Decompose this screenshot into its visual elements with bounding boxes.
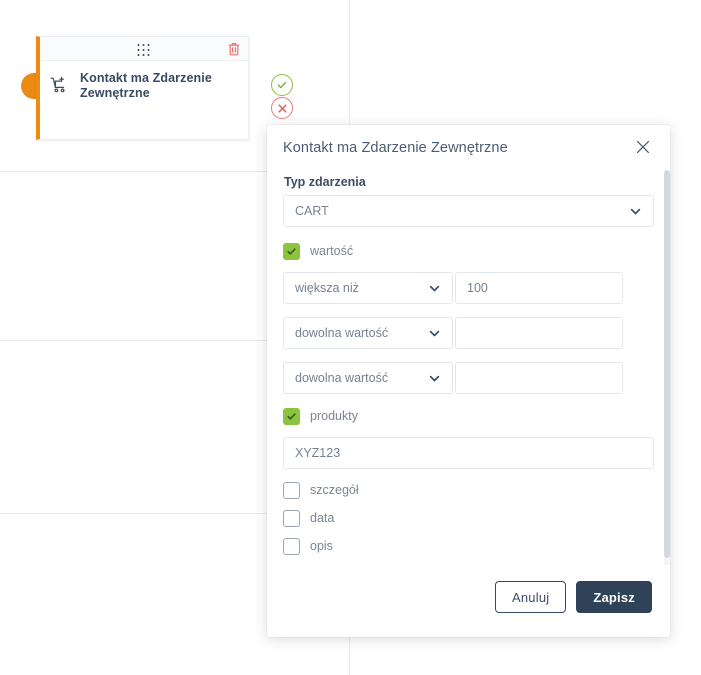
modal-scrollbar-thumb[interactable] <box>664 170 670 558</box>
condition-operator-select[interactable]: dowolna wartość <box>283 317 453 349</box>
drag-handle-icon[interactable] <box>137 44 151 57</box>
products-input[interactable]: XYZ123 <box>283 437 654 469</box>
condition-operator-select[interactable]: dowolna wartość <box>283 362 453 394</box>
chevron-down-icon <box>428 282 441 295</box>
condition-row: dowolna wartość <box>283 317 654 349</box>
node-card-header <box>40 37 248 61</box>
condition-operator-value: dowolna wartość <box>295 371 389 385</box>
checkbox-opis-label: opis <box>310 539 333 553</box>
workflow-node-card[interactable]: Kontakt ma Zdarzenie Zewnętrzne <box>36 36 249 140</box>
products-section-checkbox[interactable]: produkty <box>283 402 654 430</box>
chevron-down-icon <box>629 205 642 218</box>
condition-row: większa niż 100 <box>283 272 654 304</box>
modal-header: Kontakt ma Zdarzenie Zewnętrzne <box>267 125 670 170</box>
condition-value-text: 100 <box>467 281 488 295</box>
cancel-button[interactable]: Anuluj <box>495 581 567 613</box>
event-condition-modal: Kontakt ma Zdarzenie Zewnętrzne Typ zdar… <box>267 125 670 637</box>
condition-operator-value: dowolna wartość <box>295 326 389 340</box>
products-input-value: XYZ123 <box>295 446 341 460</box>
checkbox-checked-icon <box>283 407 300 425</box>
products-section-label: produkty <box>310 409 358 423</box>
node-card-body: Kontakt ma Zdarzenie Zewnętrzne <box>40 61 248 102</box>
close-icon[interactable] <box>634 138 654 158</box>
event-type-label: Typ zdarzenia <box>284 175 366 189</box>
checkbox-opis[interactable]: opis <box>283 532 654 560</box>
modal-footer: Anuluj Zapisz <box>267 565 670 637</box>
checkbox-szczegol[interactable]: szczegół <box>283 476 654 504</box>
checkbox-szczegol-label: szczegół <box>310 483 359 497</box>
event-type-select[interactable]: CART <box>283 195 654 227</box>
checkbox-data[interactable]: data <box>283 504 654 532</box>
value-section-label: wartość <box>310 244 354 258</box>
checkbox-unchecked-icon <box>283 537 300 555</box>
checkbox-unchecked-icon <box>283 509 300 527</box>
value-section-checkbox[interactable]: wartość <box>283 237 654 265</box>
node-title: Kontakt ma Zdarzenie Zewnętrzne <box>80 71 212 101</box>
checkbox-data-label: data <box>310 511 335 525</box>
modal-scrollbar-track[interactable] <box>664 170 670 565</box>
chevron-down-icon <box>428 327 441 340</box>
checkbox-unchecked-icon <box>283 481 300 499</box>
condition-value-input[interactable] <box>455 362 623 394</box>
x-circle-icon[interactable] <box>271 97 293 119</box>
condition-value-input[interactable] <box>455 317 623 349</box>
check-circle-icon[interactable] <box>271 74 293 96</box>
condition-value-input[interactable]: 100 <box>455 272 623 304</box>
condition-operator-value: większa niż <box>295 281 359 295</box>
trash-icon[interactable] <box>227 41 241 57</box>
condition-row: dowolna wartość <box>283 362 654 394</box>
condition-operator-select[interactable]: większa niż <box>283 272 453 304</box>
modal-body: Typ zdarzenia CART wartość większa niż 1… <box>267 170 670 565</box>
cart-plus-icon <box>49 75 71 97</box>
modal-title: Kontakt ma Zdarzenie Zewnętrzne <box>283 139 508 156</box>
checkbox-checked-icon <box>283 242 300 260</box>
save-button[interactable]: Zapisz <box>576 581 652 613</box>
event-type-value: CART <box>295 204 329 218</box>
chevron-down-icon <box>428 372 441 385</box>
app-canvas: Kontakt ma Zdarzenie Zewnętrzne Kontakt … <box>0 0 701 675</box>
